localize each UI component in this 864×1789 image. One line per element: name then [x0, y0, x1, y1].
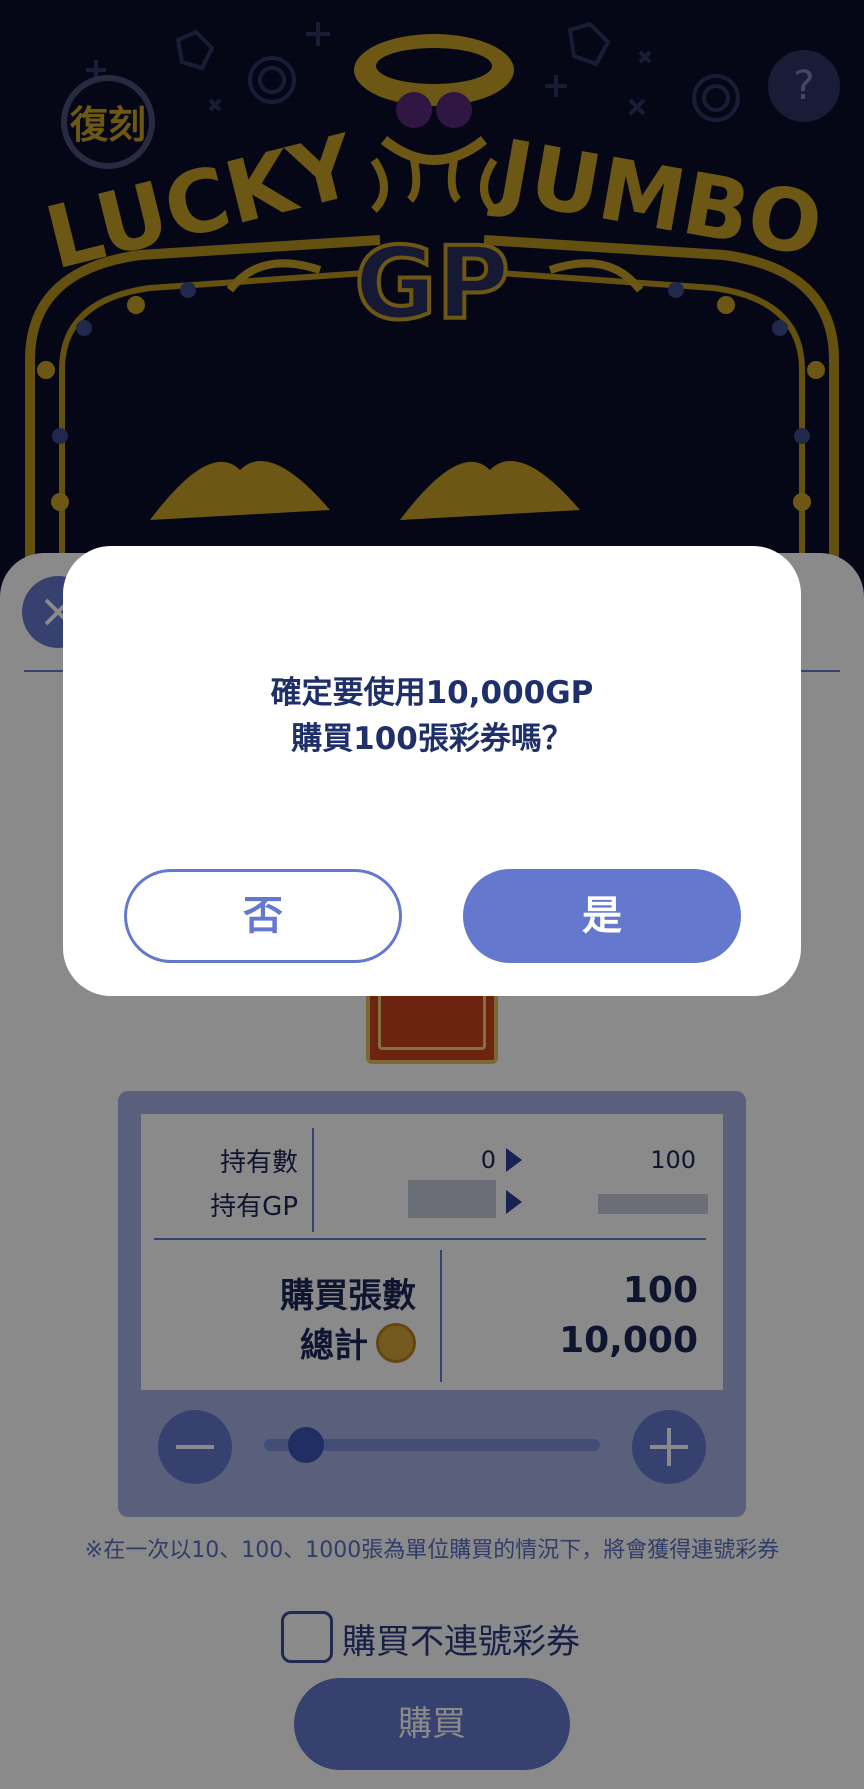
- yes-button[interactable]: 是: [463, 869, 741, 963]
- confirm-dialog: 確定要使用10,000GP 購買100張彩券嗎？ 否 是: [63, 546, 801, 996]
- confirm-line-2: 購買100張彩券嗎？: [291, 721, 573, 757]
- confirm-line-1: 確定要使用10,000GP: [270, 675, 594, 711]
- confirm-message: 確定要使用10,000GP 購買100張彩券嗎？: [63, 670, 801, 762]
- no-button[interactable]: 否: [124, 869, 402, 963]
